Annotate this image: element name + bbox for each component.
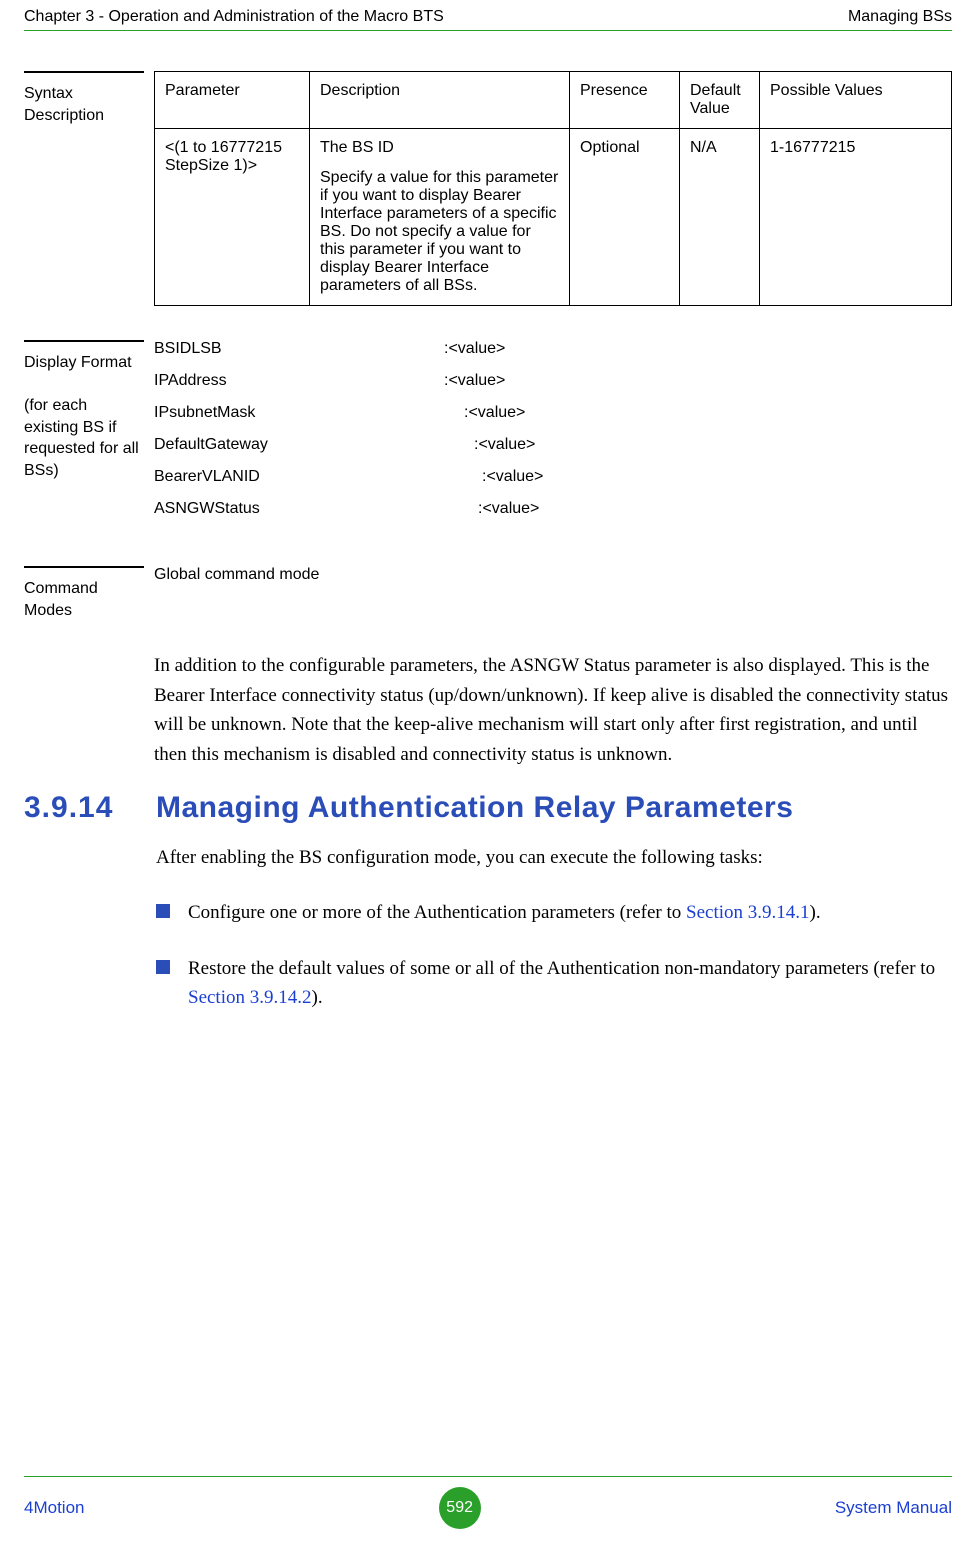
desc-line2: Specify a value for this parameter if yo…: [320, 169, 559, 295]
display-label: Display Format (for each existing BS if …: [24, 348, 144, 482]
cell-parameter: <(1 to 16777215 StepSize 1)>: [155, 129, 310, 306]
section-link[interactable]: Section 3.9.14.2: [188, 987, 312, 1008]
format-line: DefaultGateway :<value>: [154, 436, 952, 454]
square-bullet-icon: [156, 960, 170, 974]
table-row: <(1 to 16777215 StepSize 1)> The BS ID S…: [155, 129, 952, 306]
format-val: :<value>: [444, 468, 543, 486]
format-val: :<value>: [444, 500, 539, 518]
header-right: Managing BSs: [848, 8, 952, 26]
bullet-text: Restore the default values of some or al…: [188, 954, 952, 1013]
header-left: Chapter 3 - Operation and Administration…: [24, 8, 444, 26]
bullet-text: Configure one or more of the Authenticat…: [188, 898, 952, 927]
desc-line1: The BS ID: [320, 139, 559, 157]
command-modes-block: Command Modes Global command mode: [24, 566, 952, 621]
table-header-row: Parameter Description Presence Default V…: [155, 72, 952, 129]
bullet-post: ).: [312, 987, 323, 1008]
side-rule: [24, 71, 144, 73]
format-val: :<value>: [444, 340, 505, 358]
section-number: 3.9.14: [24, 791, 156, 825]
bullet-pre: Restore the default values of some or al…: [188, 958, 935, 979]
cell-possible: 1-16777215: [760, 129, 952, 306]
syntax-label: Syntax Description: [24, 79, 144, 126]
cell-presence: Optional: [570, 129, 680, 306]
display-format-block: Display Format (for each existing BS if …: [24, 340, 952, 566]
format-line: IPAddress :<value>: [154, 372, 952, 390]
format-key: BSIDLSB: [154, 340, 444, 358]
format-val: :<value>: [444, 372, 505, 390]
format-key: BearerVLANID: [154, 468, 444, 486]
command-modes-label: Command Modes: [24, 574, 144, 621]
page: Chapter 3 - Operation and Administration…: [0, 0, 976, 1545]
col-presence: Presence: [570, 72, 680, 129]
command-modes-value: Global command mode: [154, 566, 952, 584]
body-paragraph-wrap: In addition to the configurable paramete…: [24, 651, 952, 769]
col-default: Default Value: [680, 72, 760, 129]
square-bullet-icon: [156, 904, 170, 918]
page-footer: 4Motion 592 System Manual: [0, 1476, 976, 1529]
body-paragraph: In addition to the configurable paramete…: [154, 651, 952, 769]
display-label-line1: Display Format: [24, 354, 132, 371]
format-key: IPsubnetMask: [154, 404, 444, 422]
list-item: Configure one or more of the Authenticat…: [156, 898, 952, 927]
cell-description: The BS ID Specify a value for this param…: [310, 129, 570, 306]
format-line: BearerVLANID :<value>: [154, 468, 952, 486]
col-parameter: Parameter: [155, 72, 310, 129]
section-body: After enabling the BS configuration mode…: [24, 843, 952, 1013]
parameter-table: Parameter Description Presence Default V…: [154, 71, 952, 306]
footer-left[interactable]: 4Motion: [24, 1498, 84, 1518]
page-number-badge: 592: [439, 1487, 481, 1529]
format-line: IPsubnetMask :<value>: [154, 404, 952, 422]
cell-default: N/A: [680, 129, 760, 306]
section-heading: 3.9.14 Managing Authentication Relay Par…: [24, 791, 952, 825]
section-intro: After enabling the BS configuration mode…: [156, 843, 952, 872]
content-area: Syntax Description Parameter Description…: [0, 31, 976, 1013]
format-val: :<value>: [444, 404, 525, 422]
side-rule: [24, 340, 144, 342]
list-item: Restore the default values of some or al…: [156, 954, 952, 1013]
col-possible: Possible Values: [760, 72, 952, 129]
page-header: Chapter 3 - Operation and Administration…: [0, 0, 976, 26]
format-line: BSIDLSB :<value>: [154, 340, 952, 358]
footer-right[interactable]: System Manual: [835, 1498, 952, 1518]
section-title: Managing Authentication Relay Parameters: [156, 791, 793, 825]
display-label-line2: (for each existing BS if requested for a…: [24, 397, 139, 479]
syntax-block: Syntax Description Parameter Description…: [24, 71, 952, 340]
col-description: Description: [310, 72, 570, 129]
side-rule: [24, 566, 144, 568]
section-link[interactable]: Section 3.9.14.1: [686, 902, 810, 923]
bullet-pre: Configure one or more of the Authenticat…: [188, 902, 686, 923]
format-line: ASNGWStatus :<value>: [154, 500, 952, 518]
format-key: ASNGWStatus: [154, 500, 444, 518]
footer-rule: [24, 1476, 952, 1477]
format-val: :<value>: [444, 436, 535, 454]
bullet-post: ).: [810, 902, 821, 923]
format-key: IPAddress: [154, 372, 444, 390]
format-key: DefaultGateway: [154, 436, 444, 454]
